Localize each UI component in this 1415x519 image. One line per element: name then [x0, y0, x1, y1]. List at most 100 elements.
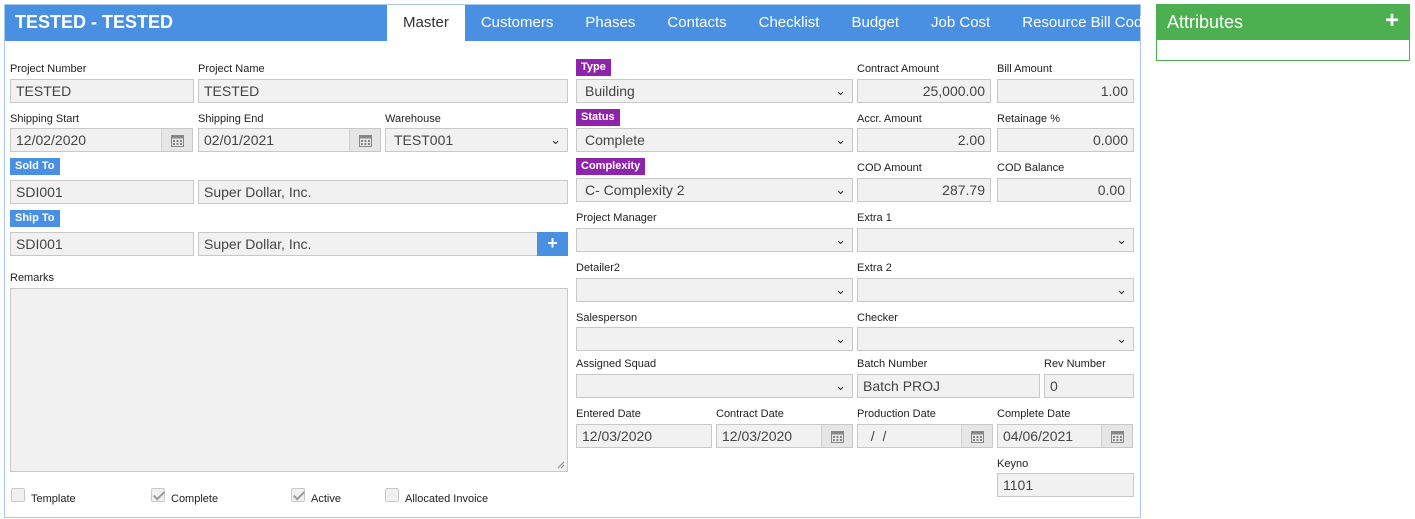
shipping-end-field[interactable]: 02/01/2021: [198, 128, 350, 152]
rev-number-label: Rev Number: [1044, 358, 1106, 370]
retainage-field[interactable]: 0.000: [997, 128, 1134, 152]
chevron-down-icon: ⌄: [835, 83, 846, 98]
complete-checkbox-label: Complete: [171, 493, 219, 505]
entered-date-field[interactable]: 12/03/2020: [576, 424, 712, 448]
production-date-field[interactable]: / /: [857, 424, 962, 448]
remarks-label: Remarks: [10, 272, 55, 284]
active-checkbox[interactable]: [291, 488, 305, 502]
chevron-down-icon: ⌄: [835, 378, 846, 393]
bill-amount-field[interactable]: 1.00: [997, 79, 1134, 103]
allocated-invoice-checkbox-label: Allocated Invoice: [405, 493, 489, 505]
attributes-title: Attributes: [1167, 12, 1244, 32]
calendar-icon[interactable]: [821, 424, 853, 448]
salesperson-select[interactable]: ⌄: [576, 327, 853, 351]
resize-grip-icon[interactable]: [557, 461, 565, 469]
tab-resource-bill-codes[interactable]: Resource Bill Codes: [1006, 5, 1174, 41]
tab-contacts[interactable]: Contacts: [651, 5, 742, 41]
chevron-down-icon: ⌄: [550, 132, 561, 147]
plus-icon: +: [547, 233, 558, 253]
checker-select[interactable]: ⌄: [857, 327, 1134, 351]
ship-to-code-field[interactable]: SDI001: [10, 232, 194, 256]
complete-checkbox[interactable]: [151, 488, 165, 502]
detailer2-label: Detailer2: [576, 262, 621, 274]
tab-customers[interactable]: Customers: [465, 5, 570, 41]
entered-date-label: Entered Date: [576, 408, 641, 420]
tab-phases[interactable]: Phases: [569, 5, 651, 41]
contract-amount-field[interactable]: 25,000.00: [857, 79, 991, 103]
contract-date-label: Contract Date: [716, 408, 784, 420]
status-tag: Status: [576, 109, 620, 126]
project-manager-label: Project Manager: [576, 212, 657, 224]
accr-amount-field[interactable]: 2.00: [857, 128, 991, 152]
bill-amount-label: Bill Amount: [997, 63, 1053, 75]
project-name-field[interactable]: TESTED: [198, 79, 568, 103]
assigned-squad-label: Assigned Squad: [576, 358, 657, 370]
cod-balance-field[interactable]: 0.00: [997, 178, 1131, 202]
tab-budget[interactable]: Budget: [835, 5, 915, 41]
sold-to-tag: Sold To: [10, 158, 60, 175]
cod-amount-label: COD Amount: [857, 162, 922, 174]
template-checkbox-label: Template: [31, 493, 76, 505]
complexity-select[interactable]: C- Complexity 2 ⌄: [576, 178, 853, 202]
project-number-field[interactable]: TESTED: [10, 79, 194, 103]
ship-to-tag: Ship To: [10, 210, 60, 227]
shipping-start-label: Shipping Start: [10, 113, 80, 125]
keyno-label: Keyno: [997, 458, 1029, 470]
extra2-select[interactable]: ⌄: [857, 278, 1134, 302]
cod-balance-label: COD Balance: [997, 162, 1065, 174]
detailer2-select[interactable]: ⌄: [576, 278, 853, 302]
accr-amount-label: Accr. Amount: [857, 113, 922, 125]
attributes-panel: Attributes +: [1156, 4, 1410, 61]
ship-to-name-field[interactable]: Super Dollar, Inc.: [198, 232, 538, 256]
shipping-start-field[interactable]: 12/02/2020: [10, 128, 162, 152]
calendar-icon[interactable]: [1101, 424, 1133, 448]
allocated-invoice-checkbox[interactable]: [385, 488, 399, 502]
contract-date-field[interactable]: 12/03/2020: [716, 424, 822, 448]
chevron-down-icon: ⌄: [835, 232, 846, 247]
type-value: Building: [585, 83, 635, 99]
shipping-end-label: Shipping End: [198, 113, 264, 125]
attributes-header: Attributes +: [1157, 5, 1409, 40]
rev-number-field[interactable]: 0: [1044, 374, 1134, 398]
active-checkbox-label: Active: [311, 493, 341, 505]
batch-number-label: Batch Number: [857, 358, 928, 370]
batch-number-field[interactable]: Batch PROJ: [857, 374, 1040, 398]
calendar-icon[interactable]: [961, 424, 993, 448]
chevron-down-icon: ⌄: [835, 282, 846, 297]
panel-header: TESTED - TESTED Master Customers Phases …: [5, 5, 1158, 41]
calendar-icon[interactable]: [161, 128, 193, 152]
extra1-select[interactable]: ⌄: [857, 228, 1134, 252]
complexity-tag: Complexity: [576, 158, 646, 175]
remarks-textarea[interactable]: [10, 288, 568, 472]
tab-checklist[interactable]: Checklist: [743, 5, 836, 41]
add-ship-to-button[interactable]: +: [537, 232, 568, 256]
sold-to-name-field[interactable]: Super Dollar, Inc.: [198, 180, 568, 204]
type-select[interactable]: Building ⌄: [576, 79, 853, 103]
extra1-label: Extra 1: [857, 212, 892, 224]
chevron-down-icon: ⌄: [1116, 331, 1127, 346]
warehouse-select[interactable]: TEST001 ⌄: [385, 128, 568, 152]
chevron-down-icon: ⌄: [835, 132, 846, 147]
tab-master[interactable]: Master: [387, 5, 465, 41]
chevron-down-icon: ⌄: [1116, 232, 1127, 247]
extra2-label: Extra 2: [857, 262, 892, 274]
plus-icon[interactable]: +: [1385, 8, 1399, 34]
status-select[interactable]: Complete ⌄: [576, 128, 853, 152]
retainage-label: Retainage %: [997, 113, 1060, 125]
sold-to-code-field[interactable]: SDI001: [10, 180, 194, 204]
warehouse-value: TEST001: [394, 132, 454, 148]
project-manager-select[interactable]: ⌄: [576, 228, 853, 252]
chevron-down-icon: ⌄: [835, 331, 846, 346]
project-number-label: Project Number: [10, 63, 87, 75]
status-value: Complete: [585, 132, 645, 148]
assigned-squad-select[interactable]: ⌄: [576, 374, 853, 398]
keyno-field[interactable]: 1101: [997, 473, 1134, 497]
template-checkbox[interactable]: [11, 488, 25, 502]
calendar-icon[interactable]: [349, 128, 381, 152]
chevron-down-icon: ⌄: [835, 182, 846, 197]
tab-job-cost[interactable]: Job Cost: [915, 5, 1006, 41]
page-title: TESTED - TESTED: [15, 12, 174, 32]
cod-amount-field[interactable]: 287.79: [857, 178, 991, 202]
complete-date-field[interactable]: 04/06/2021: [997, 424, 1102, 448]
production-date-label: Production Date: [857, 408, 936, 420]
